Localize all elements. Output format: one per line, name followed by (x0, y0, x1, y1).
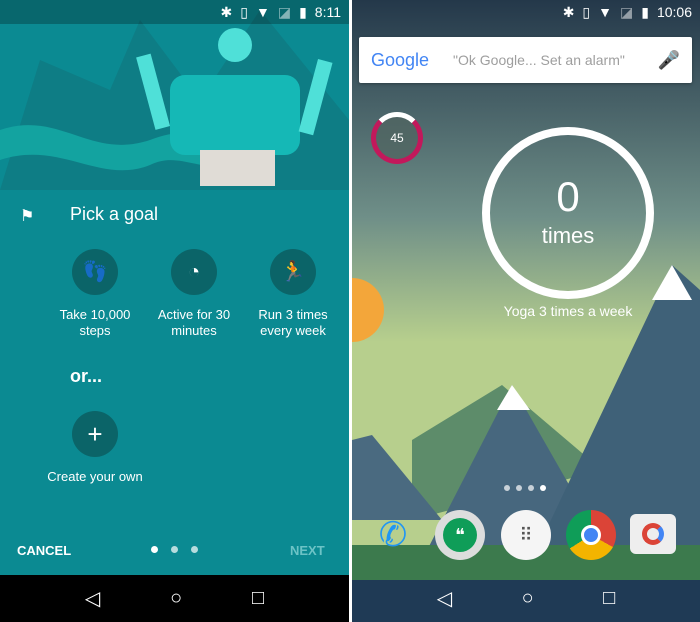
fit-progress-widget[interactable]: 45 (371, 112, 423, 164)
run-icon: 🏃 (270, 249, 316, 295)
bluetooth-icon: ✱ (562, 3, 575, 20)
timer-icon: ◔ (171, 249, 217, 295)
goal-unit: times (541, 223, 595, 248)
vibrate-icon: ▯ (240, 3, 248, 20)
mic-icon[interactable]: 🎤 (658, 50, 680, 71)
phone-app-icon[interactable]: ✆ (368, 510, 418, 560)
goal-widget[interactable]: 0 times (482, 127, 654, 299)
google-search-bar[interactable]: Google "Ok Google... Set an alarm" 🎤 (359, 37, 692, 83)
plus-icon: + (72, 411, 118, 457)
goal-count: 0 (556, 173, 580, 220)
nav-bar: ◁ ○ □ (352, 575, 700, 622)
goal-label: Create your own (47, 469, 143, 484)
goal-active[interactable]: ◔ Active for 30 minutes (144, 249, 244, 339)
home-page-indicator (504, 485, 546, 491)
search-placeholder: "Ok Google... Set an alarm" (453, 52, 625, 68)
google-logo: Google (371, 49, 430, 70)
goal-run[interactable]: 🏃 Run 3 times every week (243, 249, 343, 339)
home-screen: ✱ ▯ ▼ ◪ ▮ 10:06 Google "Ok Google... Set… (352, 0, 700, 622)
page-title: Pick a goal (70, 204, 159, 224)
recents-icon[interactable]: □ (603, 587, 615, 610)
goal-label: Active for 30 minutes (157, 307, 231, 338)
goal-caption: Yoga 3 times a week (503, 303, 633, 319)
status-bar: ✱ ▯ ▼ ◪ ▮ 10:06 (352, 0, 700, 24)
battery-charging-icon: ▮ (299, 3, 307, 20)
goal-label: Run 3 times every week (258, 307, 328, 338)
create-goal-button[interactable]: + Create your own (45, 411, 145, 485)
status-time: 8:11 (314, 4, 341, 20)
next-button[interactable]: NEXT (290, 543, 325, 558)
home-icon[interactable]: ○ (522, 587, 534, 610)
footsteps-icon: 👣 (72, 249, 118, 295)
flag-icon: ⚑ (20, 208, 35, 225)
progress-value: 45 (390, 131, 404, 145)
back-icon[interactable]: ◁ (85, 586, 100, 611)
app-drawer-icon[interactable]: ⠿ (501, 510, 551, 560)
home-icon[interactable]: ○ (170, 587, 182, 610)
wifi-icon: ▼ (255, 4, 270, 20)
battery-icon: ▮ (641, 3, 649, 20)
nav-bar: ◁ ○ □ (0, 575, 349, 622)
back-icon[interactable]: ◁ (437, 586, 452, 611)
goal-steps[interactable]: 👣 Take 10,000 steps (45, 249, 145, 339)
status-bar: ✱ ▯ ▼ ◪ ▮ 8:11 (0, 0, 349, 24)
no-sim-icon: ◪ (277, 3, 292, 20)
hangouts-app-icon[interactable]: ❝ (435, 510, 485, 560)
or-label: or... (70, 366, 103, 386)
no-sim-icon: ◪ (620, 3, 634, 20)
goal-label: Take 10,000 steps (59, 307, 131, 338)
cancel-button[interactable]: CANCEL (17, 543, 71, 558)
chrome-app-icon[interactable] (566, 510, 616, 560)
vibrate-icon: ▯ (582, 3, 591, 20)
status-time: 10:06 (656, 4, 692, 20)
fit-goal-screen: ✱ ▯ ▼ ◪ ▮ 8:11 ⚑ Pick a goal 👣 Take 10,00… (0, 0, 349, 622)
bluetooth-icon: ✱ (220, 3, 233, 20)
page-indicator (151, 546, 198, 553)
recents-icon[interactable]: □ (252, 587, 264, 610)
camera-app-icon[interactable] (630, 514, 676, 554)
wifi-icon: ▼ (598, 4, 612, 20)
hero-illustration (0, 10, 349, 190)
